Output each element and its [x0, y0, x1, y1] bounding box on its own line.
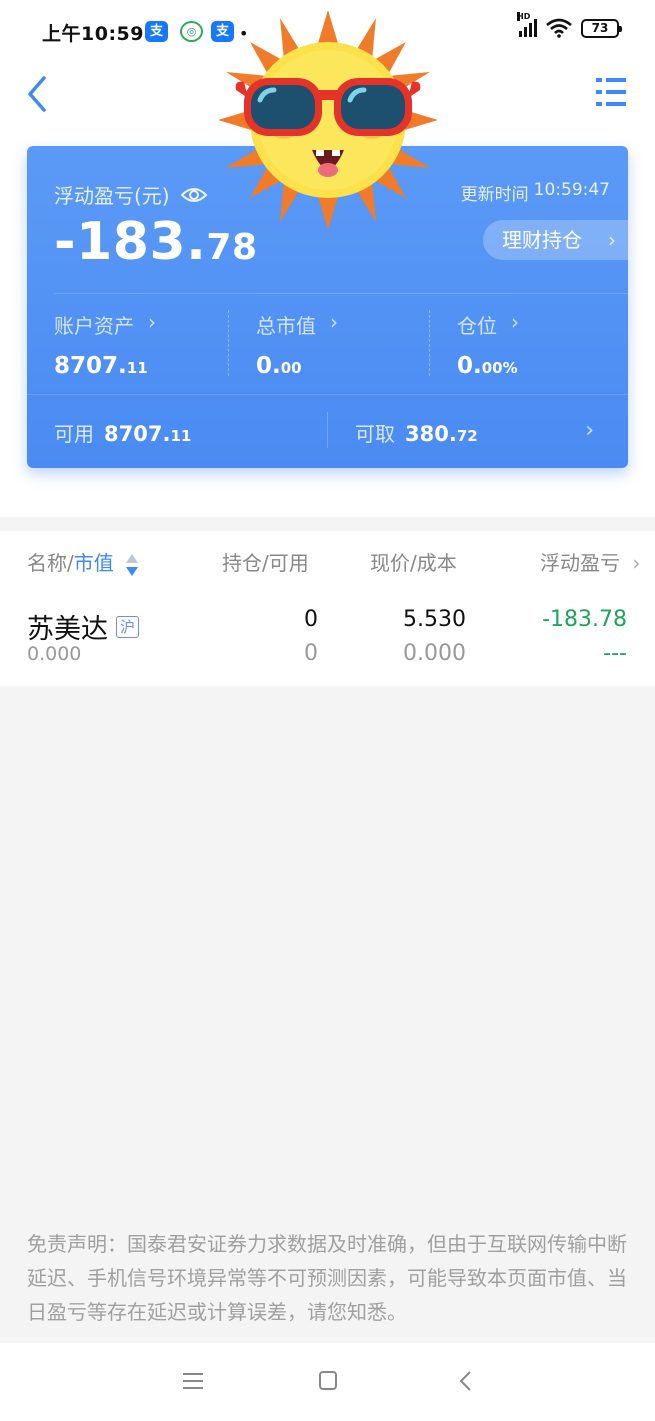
chevron-right-icon: ›: [511, 310, 519, 334]
chevron-right-icon: ›: [608, 228, 616, 252]
current-price: 5.530: [403, 607, 466, 632]
cost-price: 0.000: [403, 641, 466, 666]
status-right: HD 73: [517, 12, 622, 38]
divider: [429, 310, 430, 376]
stock-name: 苏美达 沪: [27, 607, 140, 646]
sort-icon: [126, 553, 139, 576]
system-nav-bar: [0, 1343, 655, 1421]
divider: [327, 412, 328, 448]
status-time: 上午10:59: [42, 23, 144, 45]
withdrawable-funds: 可取 380.72: [355, 422, 478, 446]
stock-market-value: 0.000: [27, 643, 82, 665]
divider: [228, 310, 229, 376]
header-floating-pl[interactable]: 浮动盈亏 ›: [540, 547, 640, 576]
menu-button[interactable]: [593, 74, 629, 110]
battery-icon: 73: [581, 18, 622, 38]
green-app-icon: ◎: [180, 21, 203, 42]
header-position-available[interactable]: 持仓/可用: [222, 547, 309, 576]
chevron-right-icon: ›: [148, 310, 156, 334]
position-value: 0: [304, 607, 318, 632]
disclaimer: 免责声明：国泰君安证券力求数据及时准确，但由于互联网传输中断延迟、手机信号环境异…: [27, 1232, 627, 1324]
back-nav-icon[interactable]: [452, 1369, 480, 1393]
chevron-right-icon: ›: [330, 310, 338, 334]
divider: [54, 293, 628, 294]
sun-sticker-icon: [218, 10, 438, 230]
home-nav-icon[interactable]: [314, 1369, 342, 1393]
stat-account-assets[interactable]: 账户资产 › 8707.11: [54, 310, 156, 379]
signal-icon: HD: [517, 12, 537, 37]
available-value: 0: [304, 641, 318, 666]
alipay-icon: 支: [145, 21, 168, 42]
chevron-right-icon: ›: [632, 551, 641, 575]
header-name-market-value[interactable]: 名称/市值: [27, 547, 140, 578]
stat-total-market-value[interactable]: 总市值 › 0.00: [256, 310, 338, 379]
menu-nav-icon[interactable]: [179, 1369, 207, 1393]
wifi-icon: [546, 18, 572, 38]
holdings-table: 名称/市值 持仓/可用 现价/成本 浮动盈亏 › 苏美达 沪 0.000 0 0…: [0, 531, 655, 686]
update-time: 更新时间 10:59:47: [460, 180, 610, 205]
header-price-cost[interactable]: 现价/成本: [370, 547, 457, 576]
available-funds: 可用 8707.11: [54, 422, 192, 446]
stat-position-ratio[interactable]: 仓位 › 0.00%: [457, 310, 519, 379]
floating-pl-ratio: ---: [603, 641, 627, 666]
back-button[interactable]: [22, 72, 54, 116]
divider: [27, 394, 628, 395]
table-row[interactable]: 苏美达 沪 0.000 0 0 5.530 0.000 -183.78 ---: [0, 595, 655, 685]
chevron-right-icon[interactable]: ›: [585, 418, 594, 443]
eye-icon[interactable]: [180, 185, 208, 205]
market-tag: 沪: [116, 615, 140, 638]
wealth-holdings-button[interactable]: 理财持仓 ›: [483, 220, 628, 260]
floating-pl-label: 浮动盈亏(元): [54, 180, 208, 209]
floating-pl-cell: -183.78: [542, 607, 627, 632]
